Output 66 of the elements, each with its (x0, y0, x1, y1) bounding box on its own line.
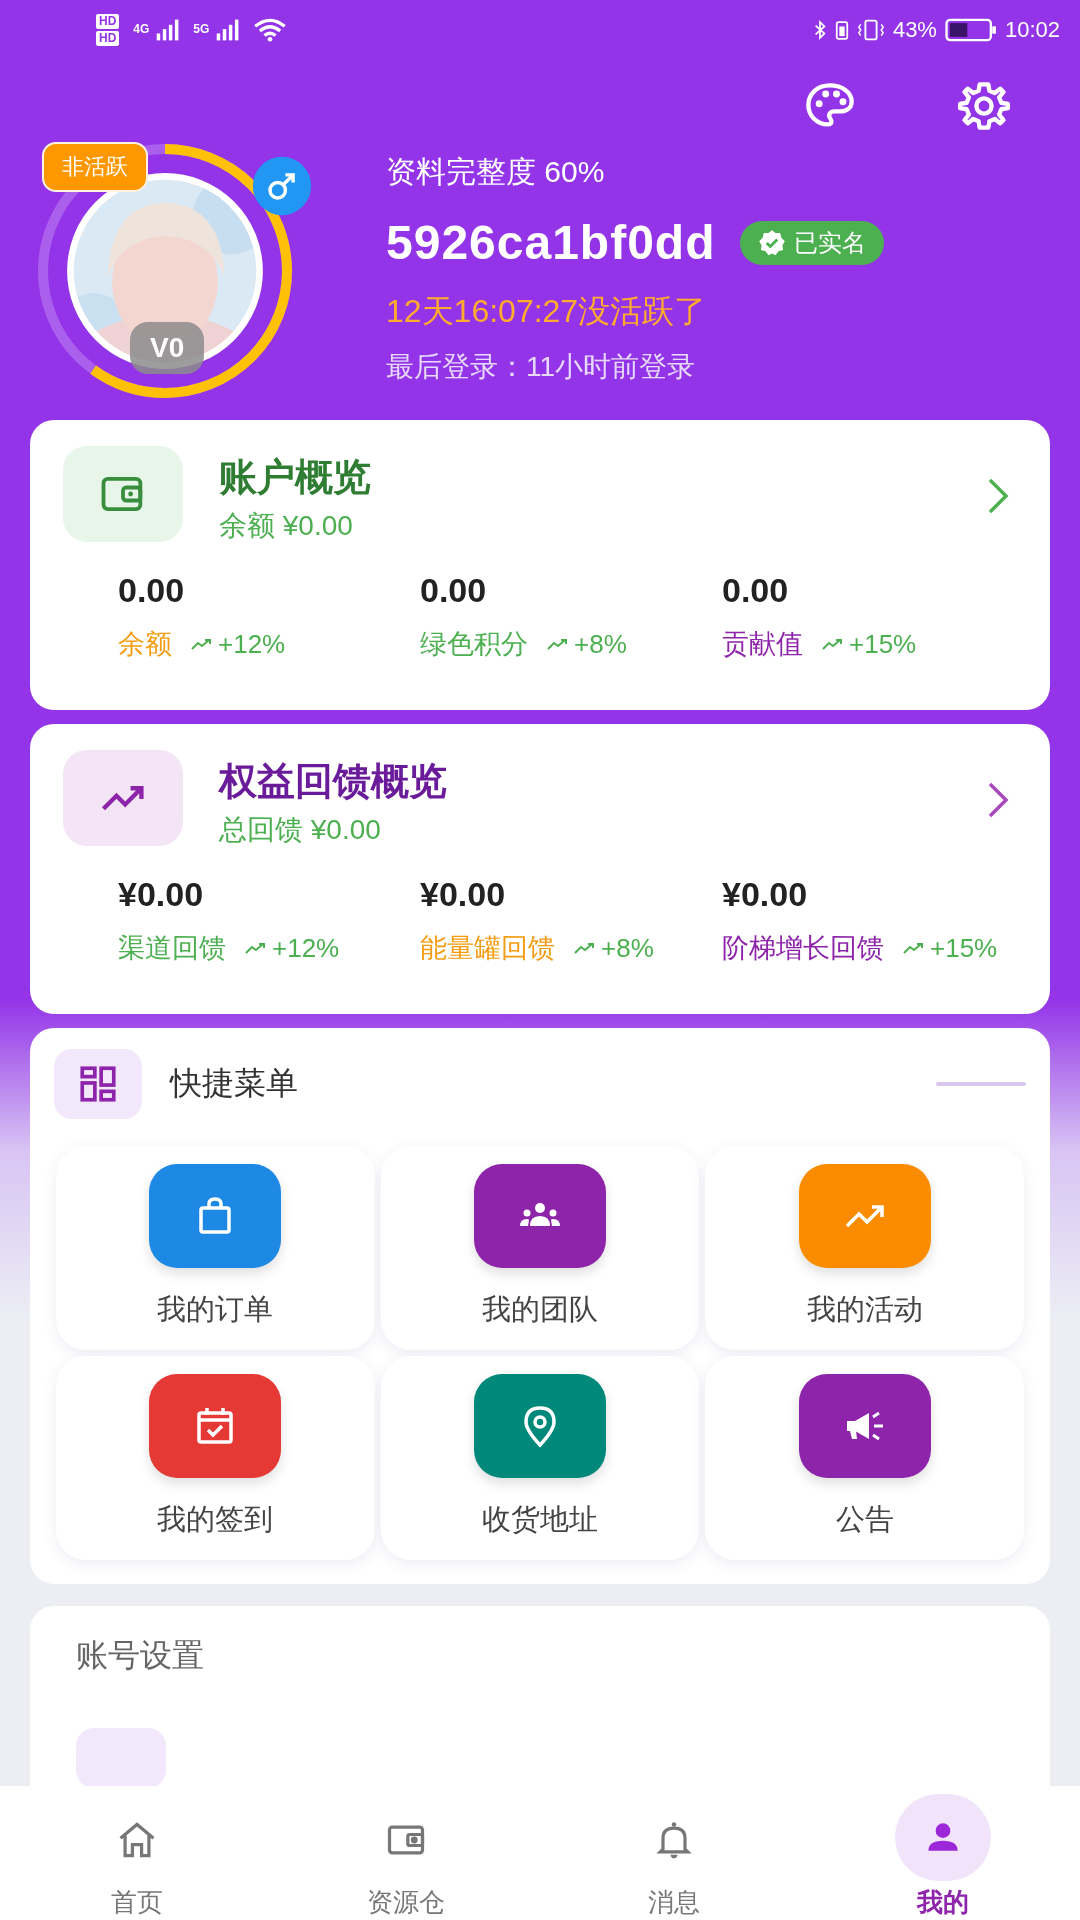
rights-overview-card[interactable]: 权益回馈概览 总回馈 ¥0.00 ¥0.00 渠道回馈 +12% ¥0.00 能量罐回馈 +8% ¥0.00 阶梯增长回馈 +15% (30, 724, 1050, 1014)
menu-item[interactable]: 公告 (705, 1356, 1024, 1560)
stat-label: 绿色积分 (420, 628, 528, 661)
menu-item[interactable]: 我的签到 (56, 1356, 375, 1560)
stat-label: 渠道回馈 (118, 932, 226, 965)
stat-label: 能量罐回馈 (420, 932, 555, 965)
nav-tab[interactable]: 首页 (42, 1786, 232, 1920)
trend-up-icon (244, 940, 268, 956)
stat-value: ¥0.00 (722, 875, 809, 914)
stat-value: 0.00 (118, 571, 186, 610)
trend-percent: +12% (218, 628, 286, 660)
wifi-icon (253, 18, 288, 42)
chevron-right-icon (986, 476, 1010, 516)
stat-value: 0.00 (420, 571, 488, 610)
trend-up-icon (546, 636, 570, 652)
trend-percent: +8% (601, 932, 654, 964)
nav-tab[interactable]: 我的 (847, 1786, 1038, 1920)
account-overview-card[interactable]: 账户概览 余额 ¥0.00 0.00 余额 +12% 0.00 绿色积分 +8% 0.00 贡献值 +15% (30, 420, 1050, 710)
stat-label: 贡献值 (722, 628, 803, 661)
stat-label: 余额 (118, 628, 172, 661)
trend-up-icon (573, 940, 597, 956)
nav-tab[interactable]: 资源仓 (310, 1786, 501, 1920)
trend-percent: +8% (574, 628, 627, 660)
settings-icon[interactable] (958, 80, 1010, 132)
menu-item[interactable]: 我的订单 (56, 1146, 375, 1350)
status-badge: 非活跃 (42, 142, 148, 192)
stat-value: ¥0.00 (420, 875, 507, 914)
menu-item[interactable]: 收货地址 (380, 1356, 700, 1560)
grid-icon (77, 1063, 119, 1105)
stat-value: ¥0.00 (118, 875, 205, 914)
stat-value: 0.00 (722, 571, 790, 610)
battery-icon (944, 18, 997, 42)
battery-percent: 43% (892, 17, 937, 43)
section-title: 快捷菜单 (170, 1064, 299, 1103)
menu-item[interactable]: 我的团队 (380, 1146, 700, 1350)
profile-completeness: 资料完整度 60% (386, 154, 606, 190)
verified-label: 已实名 (793, 227, 866, 258)
trend-up-icon (902, 940, 926, 956)
trend-up-icon (190, 636, 214, 652)
trend-percent: +15% (930, 932, 998, 964)
male-icon (252, 156, 312, 216)
network-label: 5G (193, 22, 210, 36)
trend-percent: +15% (849, 628, 917, 660)
network-label: 4G (133, 22, 150, 36)
trend-percent: +12% (272, 932, 340, 964)
vibrate-icon (856, 18, 885, 42)
stat-label: 阶梯增长回馈 (722, 932, 884, 965)
chevron-right-icon (986, 780, 1010, 820)
sim-label: HD (96, 14, 120, 29)
card-title: 权益回馈概览 (219, 759, 448, 804)
level-badge: V0 (130, 322, 205, 374)
last-login: 最后登录：11小时前登录 (386, 350, 697, 384)
section-title: 账号设置 (76, 1636, 205, 1675)
sim-label: HD (96, 31, 120, 46)
inactive-duration: 12天16:07:27没活跃了 (386, 292, 708, 331)
verified-check-icon (757, 228, 786, 257)
nav-tab[interactable]: 消息 (579, 1786, 770, 1920)
bluetooth-icon (812, 18, 827, 42)
menu-item[interactable]: 我的活动 (705, 1146, 1024, 1350)
card-title: 账户概览 (219, 455, 372, 500)
trend-up-icon (821, 636, 845, 652)
battery-saver-icon (834, 18, 849, 42)
card-subtitle: 余额 ¥0.00 (219, 509, 354, 543)
username: 5926ca1bf0dd (386, 215, 716, 270)
card-subtitle: 总回馈 ¥0.00 (219, 813, 382, 847)
clock-time: 10:02 (1004, 17, 1060, 43)
